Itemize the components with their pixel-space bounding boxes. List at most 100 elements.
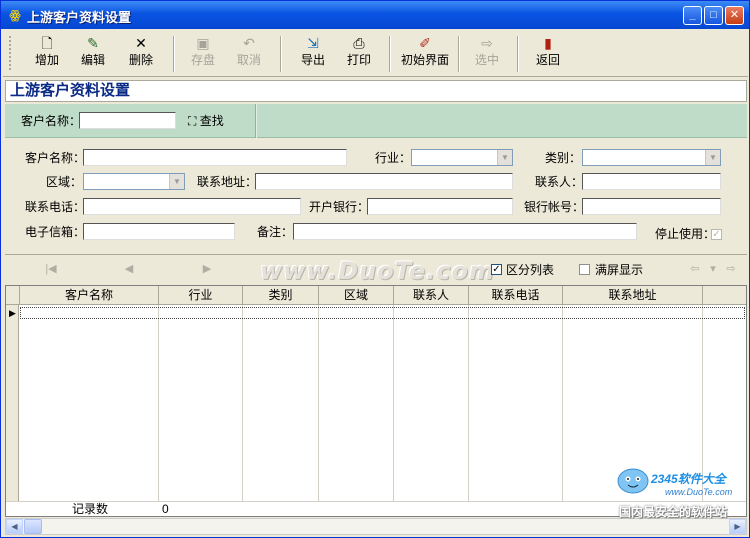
add-button[interactable]: 🗋 增加 [27,34,67,74]
printer-icon: ⎙ [353,35,365,51]
email-field[interactable] [83,223,235,240]
exit-door-icon: ▮ [544,35,552,51]
toolbar-separator [517,36,519,72]
horizontal-scrollbar[interactable]: ◀ ▶ [5,518,747,535]
save-icon: ▣ [196,35,210,51]
main-window: ꙮ 上游客户资料设置 _ □ ✕ 🗋 增加 ✎ 编辑 ✕ 删除 ▣ 存盘 ↶ 取… [0,0,750,538]
column-header[interactable]: 联系电话 [469,286,563,305]
fullscreen-label: 满屏显示 [595,263,644,277]
export-button[interactable]: ⇲ 导出 [291,34,335,74]
table-header: 客户名称 行业 类别 区域 联系人 联系电话 联系地址 [6,286,746,305]
account-label: 银行帐号： [524,200,585,214]
row-indicator-header [6,286,20,305]
next-record-icon[interactable]: ▶ [199,262,215,276]
corner-watermark-logo: 2345软件大全 www.DuoTe.com 国内最安全的软件站 [611,463,749,519]
cancel-button[interactable]: ↶ 取消 [229,34,269,74]
edit-button[interactable]: ✎ 编辑 [73,34,113,74]
phone-label: 联系电话： [25,200,86,214]
new-document-icon: 🗋 [41,35,53,51]
contact-field[interactable] [582,173,721,190]
select-button[interactable]: ⇨ 选中 [467,34,507,74]
dropdown-arrow-icon[interactable]: ▾ [705,262,721,276]
address-label: 联系地址： [197,175,258,189]
minimize-button[interactable]: _ [683,6,702,25]
mascot-icon [617,468,649,494]
column-header[interactable]: 联系人 [394,286,469,305]
region-select[interactable]: ▼ [83,173,185,190]
chevron-down-icon: ▼ [705,150,720,165]
search-label: 客户名称： [21,114,82,128]
customer-name-label: 客户名称： [25,151,86,165]
initial-view-button[interactable]: ✐ 初始界面 [397,34,453,74]
save-button[interactable]: ▣ 存盘 [183,34,223,74]
window-title: 上游客户资料设置 [27,10,132,25]
disabled-checkbox[interactable]: ✓ [711,229,722,240]
maximize-button[interactable]: □ [704,6,723,25]
industry-select[interactable]: ▼ [411,149,513,166]
prev-record-icon[interactable]: ◀ [121,262,137,276]
export-icon: ⇲ [307,35,319,51]
current-row-icon: ▶ [9,308,16,318]
binoculars-icon: ⛶ [188,114,197,128]
zone-list-checkbox[interactable]: ✓ [491,264,502,275]
table-column [469,305,563,501]
table-column [159,305,243,501]
paint-icon: ✐ [419,35,431,51]
toolbar-grip[interactable] [9,36,13,70]
title-bar[interactable]: ꙮ 上游客户资料设置 _ □ ✕ [1,1,749,29]
customer-name-field[interactable] [83,149,347,166]
row-indicator-column: ▶ [6,305,19,501]
scroll-right-icon[interactable]: ▶ [729,519,746,534]
delete-button[interactable]: ✕ 删除 [121,34,161,74]
logo-slogan: 国内最安全的软件站 [619,505,728,519]
bank-field[interactable] [367,198,513,215]
app-logo-icon: ꙮ [9,8,21,22]
toolbar-separator [280,36,282,72]
search-bar: 客户名称： ⛶ 查找 [5,104,747,138]
first-record-icon[interactable]: |◀ [43,262,59,276]
table-column [319,305,394,501]
logo-brand: 2345软件大全 [651,472,726,486]
table-row[interactable] [20,307,745,319]
column-header[interactable]: 类别 [243,286,319,305]
search-input[interactable] [79,112,176,129]
region-label: 区域： [46,175,83,189]
industry-label: 行业： [375,151,412,165]
table-column [394,305,469,501]
remark-field[interactable] [293,223,637,240]
print-button[interactable]: ⎙ 打印 [339,34,379,74]
phone-field[interactable] [83,198,301,215]
table-column [20,305,159,501]
contact-label: 联系人： [535,175,584,189]
address-field[interactable] [255,173,513,190]
account-field[interactable] [582,198,721,215]
category-label: 类别： [545,151,582,165]
toolbar: 🗋 增加 ✎ 编辑 ✕ 删除 ▣ 存盘 ↶ 取消 ⇲ 导出 ⎙ 打印 ✐ 初始界… [3,30,748,77]
watermark-text: www.DuoTe.com [260,257,495,285]
category-select[interactable]: ▼ [582,149,721,166]
column-header[interactable]: 区域 [319,286,394,305]
edit-icon: ✎ [87,35,99,51]
forward-arrow-icon[interactable]: ⇨ [723,262,739,276]
page-heading: 上游客户资料设置 [5,80,747,102]
column-header[interactable]: 行业 [159,286,243,305]
toolbar-separator [458,36,460,72]
back-arrow-icon[interactable]: ⇦ [687,262,703,276]
fullscreen-checkbox[interactable] [579,264,590,275]
chevron-down-icon: ▼ [169,174,184,189]
record-count-value: 0 [162,502,169,516]
column-header[interactable]: 客户名称 [20,286,159,305]
toolbar-separator [173,36,175,72]
record-count-label: 记录数 [72,502,109,516]
chevron-down-icon: ▼ [497,150,512,165]
undo-icon: ↶ [243,35,255,51]
toolbar-separator [389,36,391,72]
scroll-thumb[interactable] [24,519,42,534]
email-label: 电子信箱： [25,225,86,239]
table-column [243,305,319,501]
scroll-left-icon[interactable]: ◀ [6,519,23,534]
find-button[interactable]: ⛶ 查找 [188,112,224,130]
return-button[interactable]: ▮ 返回 [527,34,569,74]
column-header[interactable]: 联系地址 [563,286,703,305]
close-button[interactable]: ✕ [725,6,744,25]
